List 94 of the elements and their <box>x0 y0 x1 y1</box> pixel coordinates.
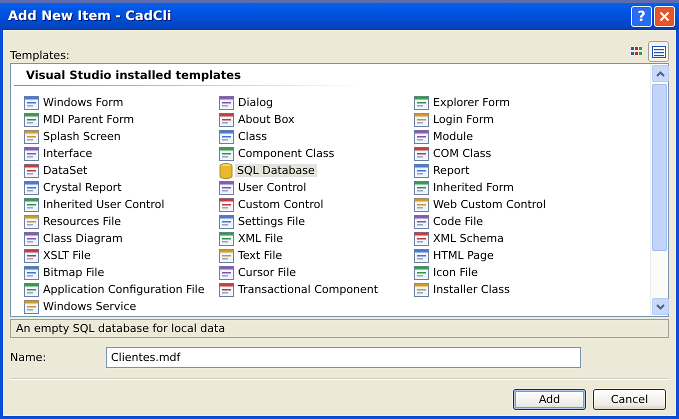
close-button[interactable] <box>654 6 675 27</box>
help-button[interactable]: ? <box>631 6 652 27</box>
template-icon <box>24 180 39 194</box>
template-item[interactable]: Custom Control <box>236 198 326 211</box>
chevron-up-icon <box>656 70 665 76</box>
template-icon <box>24 214 39 228</box>
template-item[interactable]: Application Configuration File <box>41 283 206 296</box>
group-header: Visual Studio installed templates <box>14 66 366 86</box>
name-field[interactable]: Clientes.mdf <box>106 346 581 368</box>
template-icon <box>219 96 234 110</box>
template-item[interactable]: User Control <box>236 181 308 194</box>
template-item[interactable]: Explorer Form <box>431 96 512 109</box>
template-icon <box>219 180 234 194</box>
template-icon <box>24 300 39 314</box>
template-item[interactable]: Class <box>236 130 269 143</box>
template-item[interactable]: XSLT File <box>41 249 93 262</box>
template-item[interactable]: Inherited Form <box>431 181 516 194</box>
template-icon <box>24 232 39 246</box>
template-item[interactable]: About Box <box>236 113 296 126</box>
template-icon <box>24 248 39 262</box>
template-item[interactable]: Report <box>431 164 472 177</box>
list-icon <box>652 46 666 58</box>
scrollbar[interactable] <box>650 64 668 316</box>
template-item[interactable]: DataSet <box>41 164 90 177</box>
template-icon <box>219 282 234 296</box>
database-icon <box>219 162 233 178</box>
template-icon <box>414 130 429 144</box>
template-icon <box>24 164 39 178</box>
close-icon <box>659 11 670 22</box>
description-text: An empty SQL database for local data <box>16 322 226 335</box>
template-item[interactable]: Class Diagram <box>41 232 125 245</box>
template-item[interactable]: Dialog <box>236 96 276 109</box>
cancel-button[interactable]: Cancel <box>593 389 666 410</box>
template-icon <box>24 96 39 110</box>
template-item[interactable]: XML File <box>236 232 286 245</box>
template-icon <box>414 164 429 178</box>
template-icon <box>414 180 429 194</box>
template-item[interactable]: Resources File <box>41 215 124 228</box>
window-title: Add New Item - CadCli <box>8 9 172 24</box>
template-item[interactable]: Crystal Report <box>41 181 124 194</box>
template-icon <box>24 146 39 160</box>
scroll-up-button[interactable] <box>652 65 669 82</box>
template-icon <box>219 232 234 246</box>
add-button[interactable]: Add <box>513 389 586 410</box>
template-item[interactable]: Transactional Component <box>236 283 380 296</box>
template-icon <box>24 282 39 296</box>
template-item[interactable]: Module <box>431 130 475 143</box>
template-item[interactable]: HTML Page <box>431 249 496 262</box>
template-icon <box>414 96 429 110</box>
template-item[interactable]: XML Schema <box>431 232 506 245</box>
template-icon <box>219 130 234 144</box>
scroll-thumb[interactable] <box>652 84 667 251</box>
small-icons-button[interactable] <box>648 41 669 62</box>
template-icon <box>414 266 429 280</box>
template-icon <box>24 266 39 280</box>
scroll-down-button[interactable] <box>652 298 669 315</box>
template-item[interactable]: Splash Screen <box>41 130 123 143</box>
template-icon <box>414 248 429 262</box>
templates-label: Templates: <box>10 49 70 62</box>
template-item[interactable]: Web Custom Control <box>431 198 548 211</box>
template-item[interactable]: Code File <box>431 215 486 228</box>
template-icon <box>414 146 429 160</box>
grid-icon <box>630 46 643 57</box>
template-icon <box>219 198 234 212</box>
template-icon <box>219 214 234 228</box>
template-icon <box>414 214 429 228</box>
name-label: Name: <box>10 350 48 364</box>
template-item[interactable]: Windows Form <box>41 96 126 109</box>
template-item[interactable]: Inherited User Control <box>41 198 166 211</box>
template-icon <box>24 112 39 126</box>
template-item[interactable]: Installer Class <box>431 283 512 296</box>
template-icon <box>414 112 429 126</box>
template-item[interactable]: SQL Database <box>235 164 317 177</box>
template-icon <box>219 146 234 160</box>
template-item[interactable]: Bitmap File <box>41 266 106 279</box>
template-item[interactable]: Cursor File <box>236 266 298 279</box>
template-icon <box>414 282 429 296</box>
template-icon <box>414 198 429 212</box>
template-icon <box>219 266 234 280</box>
chevron-down-icon <box>656 304 665 310</box>
template-icon <box>24 198 39 212</box>
template-item[interactable]: COM Class <box>431 147 494 160</box>
template-icon <box>414 232 429 246</box>
template-item[interactable]: Login Form <box>431 113 496 126</box>
template-item[interactable]: Interface <box>41 147 94 160</box>
template-icon <box>219 248 234 262</box>
template-icon <box>24 130 39 144</box>
template-item[interactable]: Settings File <box>236 215 308 228</box>
template-item[interactable]: Windows Service <box>41 300 138 313</box>
template-item[interactable]: Text File <box>236 249 284 262</box>
template-item[interactable]: MDI Parent Form <box>41 113 136 126</box>
template-item[interactable]: Component Class <box>236 147 336 160</box>
template-icon <box>219 112 234 126</box>
template-item[interactable]: Icon File <box>431 266 480 279</box>
